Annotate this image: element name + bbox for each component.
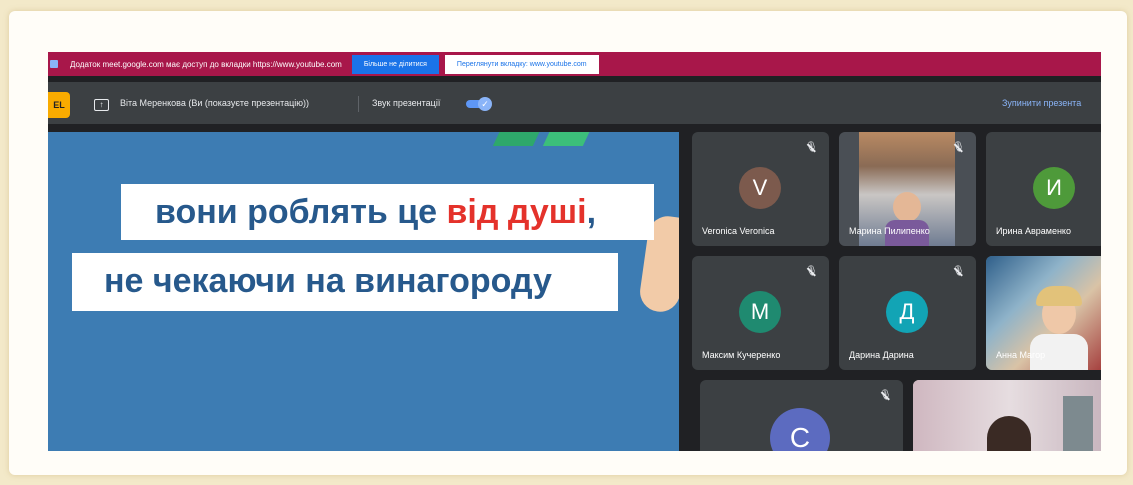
participant-tile[interactable]: 🎙 С xyxy=(700,380,903,451)
participant-tile[interactable]: И Ирина Авраменко xyxy=(986,132,1101,246)
presentation-sound-label: Звук презентації xyxy=(372,98,441,108)
mic-off-icon: 🎙 xyxy=(952,142,965,153)
presentation-sound-toggle[interactable]: ✓ xyxy=(466,97,494,111)
sharing-message: Додаток meet.google.com має доступ до вк… xyxy=(70,59,342,69)
participant-tile[interactable]: 🎙 Д Дарина Дарина xyxy=(839,256,976,370)
decorative-shape xyxy=(492,132,544,146)
participant-name: Анна Магор xyxy=(996,350,1046,360)
participant-tile[interactable]: 🎙 М Максим Кучеренко xyxy=(692,256,829,370)
check-icon: ✓ xyxy=(478,97,492,111)
mic-off-icon: 🎙 xyxy=(879,390,892,401)
participant-tile[interactable]: Анна Магор xyxy=(986,256,1101,370)
slide-line1-comma: , xyxy=(586,193,597,231)
avatar: С xyxy=(770,408,830,451)
participant-name: Дарина Дарина xyxy=(849,350,914,360)
slide-text-box-2: не чекаючи на винагороду xyxy=(72,253,618,311)
slide-line1-text: вони роблять це xyxy=(155,193,447,231)
mic-off-icon: 🎙 xyxy=(805,142,818,153)
slide-line1-highlight: від душі xyxy=(446,193,587,231)
stop-presenting-button[interactable]: Зупинити презента xyxy=(1002,98,1081,108)
participant-tile[interactable]: 🎙 V Veronica Veronica xyxy=(692,132,829,246)
meet-icon xyxy=(50,60,58,68)
decorative-shape xyxy=(542,132,594,146)
presenting-bar: EL ↑ Віта Мерeнкова (Ви (показуєте презе… xyxy=(48,82,1101,124)
avatar: М xyxy=(739,291,781,333)
mic-off-icon: 🎙 xyxy=(805,266,818,277)
avatar: Д xyxy=(886,291,928,333)
slide-text-box-1: вони роблять це від душі, xyxy=(121,184,654,240)
slide-line2-text: не чекаючи на винагороду xyxy=(104,262,552,300)
mic-off-icon: 🎙 xyxy=(952,266,965,277)
stop-sharing-button[interactable]: Більше не ділитися xyxy=(351,54,439,74)
participant-name: Ирина Авраменко xyxy=(996,226,1071,236)
app-logo: EL xyxy=(48,92,70,118)
switch-tab-button[interactable]: Переглянути вкладку: www.youtube.com xyxy=(444,54,599,74)
avatar: И xyxy=(1033,167,1075,209)
participant-name: Veronica Veronica xyxy=(702,226,775,236)
participant-tile[interactable] xyxy=(913,380,1101,451)
sharing-banner: Додаток meet.google.com має доступ до вк… xyxy=(48,52,1101,76)
presenter-name: Віта Мерeнкова (Ви (показуєте презентаці… xyxy=(120,98,310,108)
participant-name: Максим Кучеренко xyxy=(702,350,781,360)
avatar: V xyxy=(739,167,781,209)
video-feed xyxy=(913,380,1101,451)
divider xyxy=(358,96,359,112)
participant-tile[interactable]: 🎙 Марина Пилипенко xyxy=(839,132,976,246)
present-screen-icon: ↑ xyxy=(94,99,109,111)
meet-window: Додаток meet.google.com має доступ до вк… xyxy=(48,52,1101,451)
presentation-slide: вони роблять це від душі, не чекаючи на … xyxy=(48,132,679,451)
participant-name: Марина Пилипенко xyxy=(849,226,930,236)
